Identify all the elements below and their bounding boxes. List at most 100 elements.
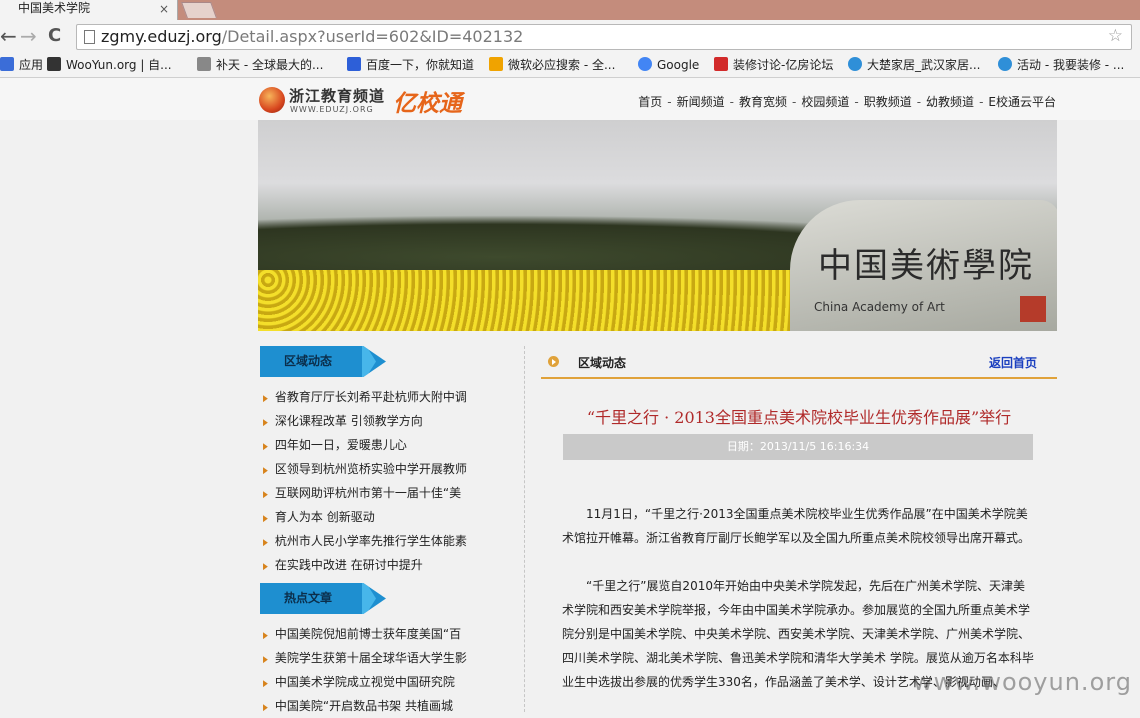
nav-separator: - <box>854 95 859 109</box>
list-item-label[interactable]: 四年如一日，爱暖患儿心 <box>275 438 407 452</box>
url-path: /Detail.aspx?userId=602&ID=402132 <box>221 27 524 46</box>
close-icon[interactable]: × <box>159 1 169 17</box>
bookmark-google[interactable]: Google <box>638 55 699 75</box>
brand-logo[interactable]: 亿校通 <box>393 84 462 118</box>
bookmark-huodong[interactable]: 活动 - 我要装修 - ... <box>998 55 1124 75</box>
tab-active[interactable]: 中国美术学院 × <box>0 0 178 20</box>
nav-news[interactable]: 新闻频道 <box>677 95 725 109</box>
logo-subtitle: WWW.EDUZJ.ORG <box>290 105 374 114</box>
list-item[interactable]: ▶ 深化课程改革 引领教学方向 <box>262 409 474 433</box>
list-item-label[interactable]: 深化课程改革 引领教学方向 <box>275 414 423 428</box>
back-home-link[interactable]: 返回首页 <box>989 354 1037 371</box>
play-bullet-icon <box>548 356 559 367</box>
bookmark-wooyun[interactable]: WooYun.org | 自... <box>47 55 172 75</box>
arrow-icon: ▶ <box>263 655 268 665</box>
banner-carving: 中国美術學院 <box>818 246 1034 286</box>
bookmark-label: 微软必应搜索 - 全... <box>508 58 616 72</box>
reload-icon[interactable]: C <box>48 25 61 47</box>
list-item[interactable]: ▶ 四年如一日，爱暖患儿心 <box>262 433 474 457</box>
article-header: 区域动态 返回首页 <box>541 349 1057 379</box>
bookmark-label: 装修讨论-亿房论坛 <box>733 58 834 72</box>
ie-icon <box>848 57 862 71</box>
url-text[interactable]: zgmy.eduzj.org/Detail.aspx?userId=602&ID… <box>101 27 523 47</box>
bookmark-label: 应用 <box>19 58 44 72</box>
article-paragraph: 11月1日，“千里之行·2013全国重点美术院校毕业生优秀作品展”在中国美术学院… <box>562 507 1031 545</box>
nav-campus[interactable]: 校园频道 <box>801 95 849 109</box>
sidebar-section-regional-title: 区域动态 <box>260 346 386 377</box>
bookmark-label: WooYun.org | 自... <box>66 58 172 72</box>
list-item[interactable]: ▶ 中国美院“开启数品书架 共植画城 <box>262 694 474 718</box>
bookmark-label: Google <box>657 58 700 72</box>
bing-icon <box>489 57 503 71</box>
list-item[interactable]: ▶ 在实践中改进 在研讨中提升 <box>262 553 474 577</box>
nav-cloud-platform[interactable]: E校通云平台 <box>988 95 1056 109</box>
nav-preschool[interactable]: 幼教频道 <box>926 95 974 109</box>
logo-globe-icon[interactable] <box>259 87 285 113</box>
list-item[interactable]: ▶ 育人为本 创新驱动 <box>262 505 474 529</box>
url-host: zgmy.eduzj.org <box>101 27 222 46</box>
article-section-label: 区域动态 <box>578 356 627 370</box>
bookmark-apps[interactable]: 应用 <box>0 55 43 75</box>
list-item-label[interactable]: 区领导到杭州览桥实验中学开展教师 <box>275 462 467 476</box>
bookmark-yifang[interactable]: 装修讨论-亿房论坛 <box>714 55 833 75</box>
nav-vocational[interactable]: 职教频道 <box>864 95 912 109</box>
list-item[interactable]: ▶ 中国美院倪旭前博士获年度美国“百 <box>262 622 474 646</box>
bookmark-bing[interactable]: 微软必应搜索 - 全... <box>489 55 615 75</box>
bookmark-label: 百度一下，你就知道 <box>366 58 475 72</box>
new-tab-button[interactable] <box>181 2 217 18</box>
article-date: 日期：2013/11/5 16:16:34 <box>563 434 1033 460</box>
arrow-icon: ▶ <box>263 514 268 524</box>
bookmark-label: 活动 - 我要装修 - ... <box>1017 58 1125 72</box>
banner-carving-en: China Academy of Art <box>814 300 945 314</box>
bookmarks-bar: 应用 WooYun.org | 自... 补天 - 全球最大的... 百度一下，… <box>0 52 1140 78</box>
tab-title: 中国美术学院 <box>18 1 91 15</box>
list-item[interactable]: ▶ 美院学生获第十届全球华语大学生影 <box>262 646 474 670</box>
list-item[interactable]: ▶ 杭州市人民小学率先推行学生体能素 <box>262 529 474 553</box>
list-item-label[interactable]: 中国美术学院成立视觉中国研究院 <box>275 675 455 689</box>
address-bar[interactable]: zgmy.eduzj.org/Detail.aspx?userId=602&ID… <box>76 24 1132 50</box>
list-item[interactable]: ▶ 互联网助评杭州市第十一届十佳“美 <box>262 481 474 505</box>
list-item-label[interactable]: 美院学生获第十届全球华语大学生影 <box>275 651 467 665</box>
list-item-label[interactable]: 中国美院倪旭前博士获年度美国“百 <box>275 627 461 641</box>
site-header: 浙江教育频道 WWW.EDUZJ.ORG 亿校通 首页 - 新闻频道 - 教育宽频 - 校园… <box>0 78 1140 120</box>
list-item-label[interactable]: 育人为本 创新驱动 <box>275 510 375 524</box>
wooyun-icon <box>47 57 61 71</box>
watermark: www.wooyun.org <box>913 668 1132 696</box>
bookmark-dachu[interactable]: 大楚家居_武汉家居... <box>848 55 980 75</box>
campus-banner-image: 中国美術學院 China Academy of Art <box>258 120 1057 331</box>
list-item[interactable]: ▶ 中国美术学院成立视觉中国研究院 <box>262 670 474 694</box>
list-item-label[interactable]: 省教育厅厅长刘希平赴杭师大附中调 <box>275 390 467 404</box>
article-title: “千里之行 · 2013全国重点美术院校毕业生优秀作品展”举行 <box>586 408 1012 427</box>
list-item-label[interactable]: 杭州市人民小学率先推行学生体能素 <box>275 534 467 548</box>
google-icon <box>638 57 652 71</box>
nav-separator: - <box>979 95 984 109</box>
nav-video[interactable]: 教育宽频 <box>739 95 787 109</box>
bookmark-label: 补天 - 全球最大的... <box>216 58 324 72</box>
arrow-icon: ▶ <box>263 679 268 689</box>
list-item[interactable]: ▶ 区领导到杭州览桥实验中学开展教师 <box>262 457 474 481</box>
bookmark-star-icon[interactable]: ☆ <box>1108 26 1123 46</box>
baidu-paw-icon <box>347 57 361 71</box>
sidebar-news-list: ▶ 省教育厅厅长刘希平赴杭师大附中调 ▶ 深化课程改革 引领教学方向 ▶ 四年如一日，… <box>262 385 474 577</box>
nav-separator: - <box>667 95 672 109</box>
forward-icon[interactable]: → <box>20 25 37 47</box>
back-icon[interactable]: ← <box>0 25 17 47</box>
nav-separator: - <box>791 95 797 109</box>
list-item[interactable]: ▶ 省教育厅厅长刘希平赴杭师大附中调 <box>262 385 474 409</box>
nav-home[interactable]: 首页 <box>638 95 662 109</box>
bookmark-baidu[interactable]: 百度一下，你就知道 <box>347 55 474 75</box>
sidebar-hot-list: ▶ 中国美院倪旭前博士获年度美国“百 ▶ 美院学生获第十届全球华语大学生影 ▶ 中国美… <box>262 622 474 718</box>
logo-text[interactable]: 浙江教育频道 <box>289 85 385 106</box>
butian-icon <box>197 57 211 71</box>
banner-seal <box>1020 296 1046 322</box>
nav-separator: - <box>729 95 734 109</box>
arrow-icon: ▶ <box>263 394 268 404</box>
page-icon <box>84 30 95 44</box>
bookmark-butian[interactable]: 补天 - 全球最大的... <box>197 55 323 75</box>
fang-icon <box>714 57 728 71</box>
list-item-label[interactable]: 互联网助评杭州市第十一届十佳“美 <box>275 486 461 500</box>
arrow-icon: ▶ <box>263 703 268 713</box>
list-item-label[interactable]: 中国美院“开启数品书架 共植画城 <box>275 699 453 713</box>
arrow-icon: ▶ <box>263 562 268 572</box>
list-item-label[interactable]: 在实践中改进 在研讨中提升 <box>275 558 423 572</box>
